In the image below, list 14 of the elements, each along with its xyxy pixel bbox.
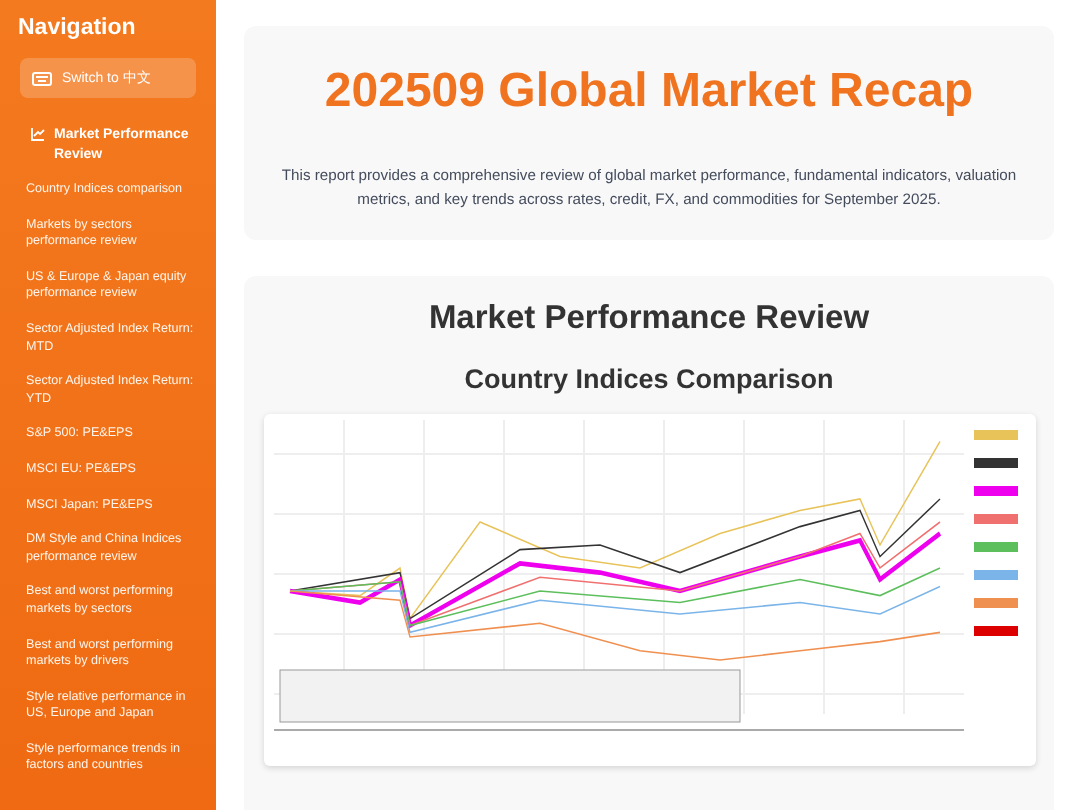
- value-tag: [973, 598, 1017, 608]
- value-tag: [973, 626, 1017, 636]
- value-tag: [973, 570, 1017, 580]
- line-chart-icon: [30, 126, 46, 142]
- chart-title: Country Indices Comparison: [464, 364, 834, 394]
- keyboard-icon: [32, 71, 52, 85]
- sidebar-title: Navigation: [18, 16, 138, 40]
- section-title: Market Performance Review: [428, 300, 870, 338]
- value-tag: [973, 514, 1017, 524]
- value-tag: [973, 430, 1017, 440]
- value-tag: [973, 542, 1017, 552]
- value-tag: [973, 486, 1017, 496]
- value-tag: [973, 458, 1017, 468]
- page-title: 202509 Global Market Recap: [324, 64, 974, 120]
